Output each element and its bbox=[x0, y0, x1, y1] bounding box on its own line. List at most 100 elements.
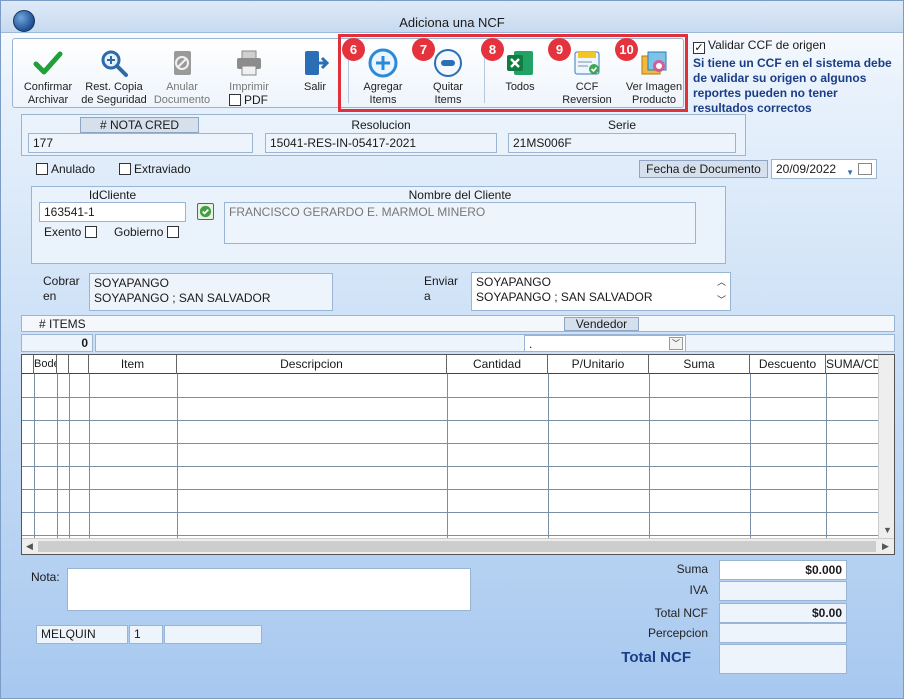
items-grid[interactable]: Bodega Item Descripcion Cantidad P/Unita… bbox=[21, 354, 895, 555]
fecha-documento-field[interactable]: 20/09/2022 ▼ bbox=[771, 159, 877, 179]
vendedor-label: Vendedor bbox=[564, 317, 639, 331]
suma-field: $0.000 bbox=[719, 560, 847, 580]
check-shield-icon bbox=[199, 205, 212, 218]
scroll-up-icon[interactable]: ︿ bbox=[717, 275, 726, 290]
pdf-checkbox[interactable] bbox=[229, 94, 241, 106]
extraviado-checkbox[interactable] bbox=[119, 163, 131, 175]
rest-copia-label: Rest. Copia de Seguridad bbox=[81, 81, 147, 106]
badge-7: 7 bbox=[412, 38, 435, 61]
horizontal-scrollbar[interactable]: ◀ ▶ bbox=[22, 538, 894, 554]
serie-label: Serie bbox=[607, 118, 636, 132]
col-blank-1[interactable] bbox=[57, 355, 69, 374]
validar-ccf-label: Validar CCF de origen bbox=[708, 38, 826, 52]
footer-extra-field bbox=[164, 625, 262, 644]
total-ncf-big-label: Total NCF bbox=[621, 649, 691, 666]
total-ncf-label: Total NCF bbox=[654, 606, 708, 620]
col-cantidad[interactable]: Cantidad bbox=[447, 355, 548, 374]
nota-cred-header: # NOTA CRED bbox=[80, 117, 199, 133]
enviar-line1: SOYAPANGO bbox=[476, 275, 551, 289]
id-cliente-field[interactable]: 163541-1 bbox=[39, 202, 186, 222]
scroll-left-arrow-icon[interactable]: ◀ bbox=[26, 541, 33, 552]
zoom-magnifier-icon bbox=[101, 50, 128, 77]
scroll-thumb[interactable] bbox=[38, 541, 876, 552]
anulado-option[interactable]: Anulado bbox=[36, 162, 95, 176]
id-cliente-label: IdCliente bbox=[88, 188, 137, 202]
grid-line bbox=[548, 374, 549, 540]
extraviado-option[interactable]: Extraviado bbox=[119, 162, 191, 176]
scroll-down-icon[interactable]: ﹀ bbox=[717, 293, 726, 308]
enviar-label-a: a bbox=[424, 289, 431, 303]
percepcion-field bbox=[719, 623, 847, 643]
gobierno-checkbox[interactable] bbox=[166, 226, 179, 238]
col-descuento[interactable]: Descuento bbox=[750, 355, 826, 374]
total-ncf-big-field bbox=[719, 644, 847, 674]
cobrar-label-en: en bbox=[43, 289, 57, 303]
extraviado-label: Extraviado bbox=[134, 162, 191, 176]
grid-line bbox=[89, 374, 90, 540]
serie-field[interactable]: 21MS006F bbox=[508, 133, 736, 153]
items-count-field: 0 bbox=[21, 334, 93, 352]
user-field: MELQUIN bbox=[36, 625, 128, 644]
col-suma[interactable]: Suma bbox=[649, 355, 750, 374]
exit-door-icon bbox=[305, 51, 330, 75]
validate-cliente-icon[interactable] bbox=[197, 203, 214, 220]
fecha-documento-label: Fecha de Documento bbox=[639, 160, 768, 178]
vertical-scrollbar[interactable]: ▼ bbox=[878, 355, 894, 540]
col-descripcion[interactable]: Descripcion bbox=[177, 355, 447, 374]
grid-line bbox=[826, 374, 827, 540]
grid-row-header bbox=[22, 355, 34, 374]
gobierno-label: Gobierno bbox=[114, 225, 164, 239]
items-label: # ITEMS bbox=[39, 317, 86, 331]
validar-ccf-checkbox[interactable] bbox=[693, 42, 705, 54]
pdf-option[interactable]: PDF bbox=[229, 93, 268, 107]
nota-field[interactable] bbox=[67, 568, 471, 611]
salir-button[interactable]: Salir bbox=[293, 39, 337, 109]
checkmark-icon bbox=[33, 51, 63, 75]
col-p-unitario[interactable]: P/Unitario bbox=[548, 355, 649, 374]
grid-line bbox=[34, 374, 35, 540]
badge-8: 8 bbox=[481, 38, 504, 61]
resolucion-field[interactable]: 15041-RES-IN-05417-2021 bbox=[265, 133, 497, 153]
anulado-checkbox[interactable] bbox=[36, 163, 48, 175]
table-row bbox=[22, 420, 878, 421]
number-field: 1 bbox=[129, 625, 163, 644]
items-header-bar bbox=[21, 315, 895, 332]
grid-line bbox=[69, 374, 70, 540]
scroll-down-arrow-icon[interactable]: ▼ bbox=[883, 525, 892, 535]
chevron-down-icon[interactable]: ﹀ bbox=[669, 337, 683, 350]
exento-option[interactable]: Exento bbox=[44, 225, 100, 239]
nombre-cliente-field: FRANCISCO GERARDO E. MARMOL MINERO bbox=[224, 202, 696, 244]
col-suma-cd[interactable]: SUMA/CD bbox=[826, 355, 878, 374]
col-blank-2[interactable] bbox=[69, 355, 89, 374]
exento-checkbox[interactable] bbox=[84, 226, 97, 238]
enviar-line2: SOYAPANGO ; SAN SALVADOR bbox=[476, 290, 653, 304]
enviar-a-field[interactable]: SOYAPANGO SOYAPANGO ; SAN SALVADOR ︿ ﹀ bbox=[471, 272, 731, 311]
gobierno-option[interactable]: Gobierno bbox=[114, 225, 182, 239]
table-row bbox=[22, 489, 878, 490]
scroll-right-arrow-icon[interactable]: ▶ bbox=[882, 541, 889, 552]
table-row bbox=[22, 512, 878, 513]
iva-field bbox=[719, 581, 847, 601]
suma-label: Suma bbox=[676, 562, 708, 576]
cobrar-line1: SOYAPANGO bbox=[94, 276, 169, 290]
vendedor-select[interactable]: . ﹀ bbox=[524, 335, 686, 352]
calendar-icon[interactable] bbox=[858, 163, 872, 175]
grid-line bbox=[447, 374, 448, 540]
confirmar-archivar-button[interactable]: Confirmar Archivar bbox=[19, 39, 77, 109]
rest-copia-button[interactable]: Rest. Copia de Seguridad bbox=[81, 39, 147, 109]
pdf-label: PDF bbox=[244, 93, 268, 107]
date-dropdown-icon[interactable]: ▼ bbox=[846, 165, 854, 178]
anulado-label: Anulado bbox=[51, 162, 96, 176]
table-row bbox=[22, 397, 878, 398]
main-window: Adiciona una NCF Confirmar Archivar Rest… bbox=[0, 0, 904, 699]
grid-line bbox=[177, 374, 178, 540]
fecha-documento-value: 20/09/2022 bbox=[776, 162, 837, 176]
anular-documento-button[interactable]: Anular Documento bbox=[151, 39, 213, 109]
cobrar-en-field: SOYAPANGO SOYAPANGO ; SAN SALVADOR bbox=[89, 273, 333, 311]
nota-cred-field[interactable]: 177 bbox=[28, 133, 253, 153]
col-bodega[interactable]: Bodega bbox=[34, 355, 57, 374]
col-item[interactable]: Item bbox=[89, 355, 177, 374]
validar-ccf-option[interactable]: Validar CCF de origen bbox=[693, 38, 826, 54]
cobrar-label: Cobrar bbox=[43, 274, 80, 288]
grid-line bbox=[750, 374, 751, 540]
